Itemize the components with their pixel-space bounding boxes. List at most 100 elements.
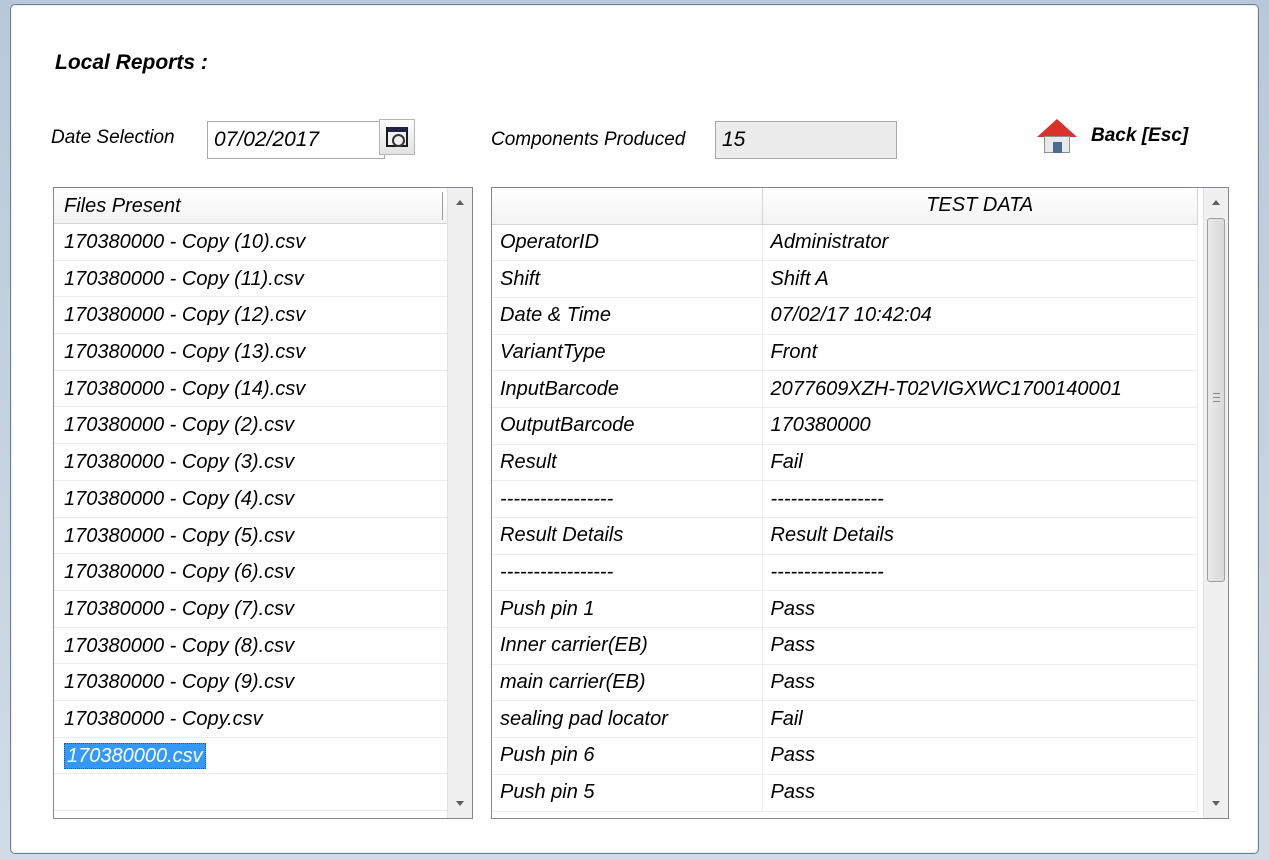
list-item[interactable]: 170380000 - Copy (14).csv bbox=[54, 371, 472, 408]
list-item[interactable]: 170380000 - Copy (12).csv bbox=[54, 297, 472, 335]
row-value-cell: ----------------- bbox=[762, 480, 1198, 518]
row-key-cell: Result Details bbox=[492, 517, 763, 555]
row-value-cell: Fail bbox=[762, 700, 1198, 739]
scroll-thumb[interactable] bbox=[1207, 218, 1225, 582]
row-value-cell: Front bbox=[762, 334, 1198, 372]
row-value-cell: Pass bbox=[762, 774, 1198, 812]
scroll-up-icon[interactable] bbox=[456, 200, 464, 205]
table-row[interactable]: OutputBarcode 170380000 bbox=[492, 407, 1198, 445]
table-row[interactable]: InputBarcode 2077609XZH-T02VIGXWC17001400… bbox=[492, 370, 1198, 408]
grid-header-row: TEST DATA bbox=[492, 188, 1198, 225]
row-key-cell: Shift bbox=[492, 260, 763, 298]
row-value-cell: Pass bbox=[762, 627, 1198, 665]
file-name: 170380000 - Copy (5).csv bbox=[64, 524, 295, 547]
table-row[interactable]: Inner carrier(EB) Pass bbox=[492, 627, 1198, 665]
grid-header-value[interactable]: TEST DATA bbox=[762, 188, 1198, 225]
list-item[interactable]: 170380000 - Copy (7).csv bbox=[54, 591, 472, 628]
local-reports-window: Local Reports : Date Selection 07/02/201… bbox=[10, 4, 1259, 854]
table-row[interactable]: VariantType Front bbox=[492, 334, 1198, 372]
scroll-down-icon[interactable] bbox=[456, 801, 464, 806]
list-item[interactable]: 170380000 - Copy (2).csv bbox=[54, 407, 472, 445]
file-name: 170380000 - Copy (6).csv bbox=[64, 561, 295, 584]
row-value-cell: Administrator bbox=[762, 224, 1198, 262]
grid-header-key[interactable] bbox=[492, 188, 763, 225]
row-value-cell: Pass bbox=[762, 664, 1198, 702]
table-row[interactable]: Push pin 1 Pass bbox=[492, 590, 1198, 629]
list-item[interactable]: 170380000 - Copy (4).csv bbox=[54, 481, 472, 518]
scroll-down-icon[interactable] bbox=[1212, 801, 1220, 806]
calendar-icon bbox=[386, 127, 408, 147]
row-key-cell: Push pin 1 bbox=[492, 590, 763, 629]
table-row[interactable]: Result Fail bbox=[492, 444, 1198, 482]
list-item-empty bbox=[54, 774, 472, 811]
table-row[interactable]: main carrier(EB) Pass bbox=[492, 664, 1198, 702]
file-name: 170380000 - Copy (8).csv bbox=[64, 634, 295, 657]
row-key-cell: VariantType bbox=[492, 334, 763, 372]
grid-scrollbar[interactable] bbox=[1203, 188, 1228, 818]
list-item[interactable]: 170380000 - Copy (6).csv bbox=[54, 554, 472, 591]
back-label: Back [Esc] bbox=[1091, 125, 1189, 146]
list-item[interactable]: 170380000 - Copy (9).csv bbox=[54, 664, 472, 701]
table-row[interactable]: ----------------- ----------------- bbox=[492, 480, 1198, 518]
row-value-cell: Result Details bbox=[762, 517, 1198, 555]
row-key-cell: OperatorID bbox=[492, 224, 763, 262]
list-item[interactable]: 170380000 - Copy (5).csv bbox=[54, 518, 472, 555]
file-name: 170380000 - Copy (11).csv bbox=[64, 267, 304, 290]
row-value-cell: Pass bbox=[762, 590, 1198, 629]
row-value-cell: ----------------- bbox=[762, 554, 1198, 592]
list-item[interactable]: 170380000 - Copy (8).csv bbox=[54, 628, 472, 665]
row-value-cell: 2077609XZH-T02VIGXWC1700140001 bbox=[762, 370, 1198, 408]
file-name: 170380000.csv bbox=[64, 742, 206, 769]
grid-rows: OperatorID Administrator Shift Shift A Date … bbox=[492, 224, 1198, 812]
list-item[interactable]: 170380000 - Copy.csv bbox=[54, 701, 472, 738]
file-name: 170380000 - Copy (3).csv bbox=[64, 451, 295, 474]
file-name: 170380000 - Copy (14).csv bbox=[64, 377, 306, 400]
row-key-cell: Result bbox=[492, 444, 763, 482]
home-icon bbox=[1037, 117, 1077, 155]
files-header-label: Files Present bbox=[64, 195, 181, 217]
table-row[interactable]: Push pin 6 Pass bbox=[492, 737, 1198, 775]
list-item[interactable]: 170380000 - Copy (10).csv bbox=[54, 224, 472, 261]
row-key-cell: InputBarcode bbox=[492, 370, 763, 408]
table-row[interactable]: Date & Time 07/02/17 10:42:04 bbox=[492, 297, 1198, 335]
row-key-cell: Push pin 6 bbox=[492, 737, 763, 775]
row-key-cell: sealing pad locator bbox=[492, 700, 763, 739]
row-key-cell: Date & Time bbox=[492, 297, 763, 335]
files-scrollbar[interactable] bbox=[447, 188, 472, 818]
file-name: 170380000 - Copy (7).csv bbox=[64, 597, 295, 620]
files-list[interactable]: Files Present 170380000 - Copy (10).csv 1… bbox=[53, 187, 473, 819]
row-key-cell: Inner carrier(EB) bbox=[492, 627, 763, 665]
files-list-header[interactable]: Files Present bbox=[54, 188, 472, 224]
file-name: 170380000 - Copy (12).csv bbox=[64, 304, 306, 327]
list-item[interactable]: 170380000 - Copy (3).csv bbox=[54, 444, 472, 481]
table-row[interactable]: Push pin 5 Pass bbox=[492, 774, 1198, 812]
row-value-cell: Shift A bbox=[762, 260, 1198, 298]
back-button[interactable]: Back [Esc] bbox=[1037, 115, 1188, 157]
scroll-up-icon[interactable] bbox=[1212, 200, 1220, 205]
list-item[interactable]: 170380000.csv bbox=[54, 738, 472, 775]
row-key-cell: OutputBarcode bbox=[492, 407, 763, 445]
row-key-cell: Push pin 5 bbox=[492, 774, 763, 812]
row-value-cell: 07/02/17 10:42:04 bbox=[762, 297, 1198, 335]
page-title: Local Reports : bbox=[55, 51, 208, 74]
file-name: 170380000 - Copy (2).csv bbox=[64, 414, 295, 437]
date-selection-label: Date Selection bbox=[51, 127, 175, 148]
row-key-cell: ----------------- bbox=[492, 480, 763, 518]
date-selection-input[interactable]: 07/02/2017 bbox=[207, 121, 385, 159]
table-row[interactable]: Shift Shift A bbox=[492, 260, 1198, 298]
table-row[interactable]: Result Details Result Details bbox=[492, 517, 1198, 555]
calendar-button[interactable] bbox=[379, 119, 415, 155]
table-row[interactable]: sealing pad locator Fail bbox=[492, 700, 1198, 739]
file-name: 170380000 - Copy.csv bbox=[64, 707, 263, 730]
list-item[interactable]: 170380000 - Copy (11).csv bbox=[54, 261, 472, 298]
test-data-table: TEST DATA OperatorID Administrator Shift Sh… bbox=[492, 188, 1198, 812]
test-data-grid[interactable]: TEST DATA OperatorID Administrator Shift Sh… bbox=[491, 187, 1229, 819]
table-row[interactable]: OperatorID Administrator bbox=[492, 224, 1198, 262]
components-produced-field: 15 bbox=[715, 121, 897, 159]
row-key-cell: main carrier(EB) bbox=[492, 664, 763, 702]
table-row[interactable]: ----------------- ----------------- bbox=[492, 554, 1198, 592]
file-name: 170380000 - Copy (9).csv bbox=[64, 671, 295, 694]
components-produced-label: Components Produced bbox=[491, 129, 686, 150]
column-separator bbox=[442, 192, 443, 220]
list-item[interactable]: 170380000 - Copy (13).csv bbox=[54, 334, 472, 371]
